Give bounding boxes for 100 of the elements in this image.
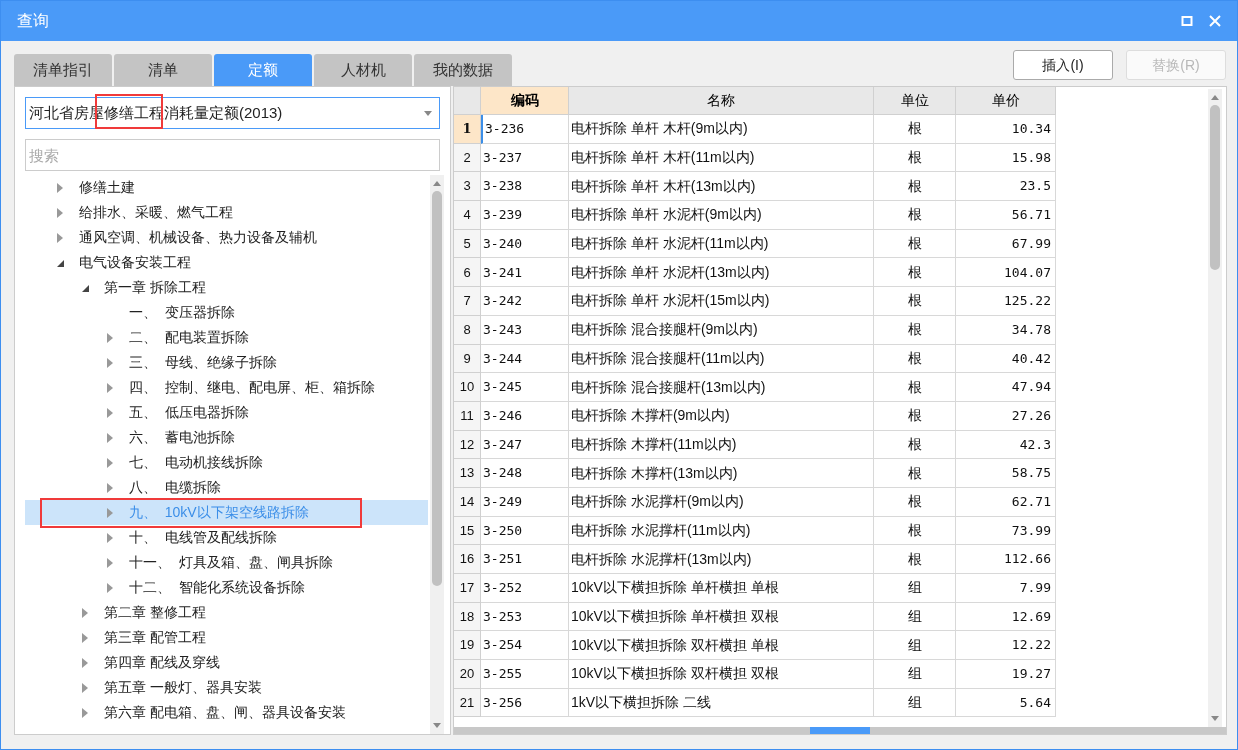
table-cell: 根 [874,287,956,316]
horizontal-scrollbar[interactable] [454,727,1226,734]
row-number[interactable]: 2 [454,143,481,173]
row-number[interactable]: 12 [454,430,481,460]
tab[interactable]: 清单 [114,54,212,86]
tree-item[interactable]: 三、 母线、绝缘子拆除 [25,350,428,375]
table-cell: 40.42 [956,344,1056,374]
table-cell: 根 [874,545,956,574]
tree-item[interactable]: 十、 电线管及配线拆除 [25,525,428,550]
table-cell: 125.22 [956,287,1056,316]
row-number[interactable]: 1 [454,115,481,144]
tab[interactable]: 人材机 [314,54,412,86]
tab[interactable]: 清单指引 [14,54,112,86]
collapsed-arrow-icon[interactable] [105,431,115,444]
collapsed-arrow-icon[interactable] [105,581,115,594]
row-number[interactable]: 16 [454,545,481,574]
row-number[interactable]: 9 [454,344,481,374]
tab[interactable]: 我的数据 [414,54,512,86]
row-number[interactable]: 3 [454,172,481,202]
collapsed-arrow-icon[interactable] [55,181,65,194]
search-field[interactable]: 搜索 [25,139,440,171]
row-number[interactable]: 17 [454,574,481,603]
collapsed-arrow-icon[interactable] [55,231,65,244]
row-number[interactable]: 15 [454,516,481,546]
row-number[interactable]: 14 [454,487,481,517]
tree-item[interactable]: 第二章 整修工程 [25,600,428,625]
tree-item[interactable]: 十二、 智能化系统设备拆除 [25,575,428,600]
row-number[interactable]: 18 [454,602,481,632]
table-cell: 3-241 [481,258,569,288]
scrollbar-thumb[interactable] [1210,105,1220,270]
scroll-up-icon[interactable] [432,179,442,187]
collapsed-arrow-icon[interactable] [55,206,65,219]
scroll-down-icon[interactable] [432,722,442,730]
dropdown-caret-icon[interactable] [424,110,432,116]
column-header[interactable]: 单价 [956,87,1056,115]
tree-item[interactable]: 通风空调、机械设备、热力设备及辅机 [25,225,428,250]
collapsed-arrow-icon[interactable] [105,531,115,544]
tree-item[interactable]: 七、 电动机接线拆除 [25,450,428,475]
column-header[interactable]: 名称 [569,87,874,115]
tree-item[interactable]: 五、 低压电器拆除 [25,400,428,425]
tree-item[interactable]: 十一、 灯具及箱、盘、闸具拆除 [25,550,428,575]
tree-item[interactable]: 第三章 配管工程 [25,625,428,650]
collapsed-arrow-icon[interactable] [80,631,90,644]
row-number[interactable]: 20 [454,660,481,689]
row-number[interactable]: 5 [454,229,481,259]
row-number[interactable]: 13 [454,459,481,488]
scrollbar[interactable] [430,175,444,734]
tree-item[interactable]: 修缮土建 [25,175,428,200]
table-cell: 3-237 [481,143,569,173]
scroll-down-icon[interactable] [1210,715,1220,723]
table-cell: 根 [874,459,956,488]
table-cell: 10kV以下横担拆除 单杆横担 双根 [569,602,874,632]
collapsed-arrow-icon[interactable] [105,456,115,469]
scrollbar-thumb[interactable] [432,191,442,586]
table-cell: 电杆拆除 水泥撑杆(13m以内) [569,545,874,574]
collapsed-arrow-icon[interactable] [105,506,115,519]
row-number[interactable]: 4 [454,201,481,230]
tree-item[interactable]: 电气设备安装工程 [25,250,428,275]
collapsed-arrow-icon[interactable] [105,381,115,394]
scroll-up-icon[interactable] [1210,93,1220,101]
table-cell: 组 [874,688,956,718]
window-title: 查询 [17,11,49,31]
tree-item[interactable]: 第四章 配线及穿线 [25,650,428,675]
column-header[interactable]: 单位 [874,87,956,115]
scrollbar-thumb[interactable] [810,727,870,734]
row-number[interactable]: 19 [454,631,481,661]
row-number[interactable]: 11 [454,401,481,431]
tree-item[interactable]: 二、 配电装置拆除 [25,325,428,350]
maximize-icon[interactable] [1181,15,1193,27]
collapsed-arrow-icon[interactable] [80,706,90,719]
table-cell: 电杆拆除 单杆 水泥杆(13m以内) [569,258,874,288]
tree-item[interactable]: 第一章 拆除工程 [25,275,428,300]
tree-item[interactable]: 第五章 一般灯、器具安装 [25,675,428,700]
table-cell: 根 [874,229,956,259]
close-icon[interactable] [1209,15,1221,27]
row-number[interactable]: 10 [454,373,481,402]
column-header[interactable]: 编码 [481,87,569,115]
table-cell: 根 [874,143,956,173]
collapsed-arrow-icon[interactable] [80,681,90,694]
collapsed-arrow-icon[interactable] [105,331,115,344]
table-cell: 电杆拆除 单杆 水泥杆(11m以内) [569,229,874,259]
collapsed-arrow-icon[interactable] [105,556,115,569]
action-button[interactable]: 插入(I) [1013,50,1113,80]
row-number[interactable]: 8 [454,315,481,345]
tree-item[interactable]: 四、 控制、继电、配电屏、柜、箱拆除 [25,375,428,400]
table-cell: 根 [874,516,956,546]
collapsed-arrow-icon[interactable] [80,656,90,669]
scrollbar[interactable] [1208,89,1222,727]
tree-item[interactable]: 八、 电缆拆除 [25,475,428,500]
collapsed-arrow-icon[interactable] [105,406,115,419]
row-number[interactable]: 6 [454,258,481,288]
tree-item[interactable]: 六、 蓄电池拆除 [25,425,428,450]
tree-item[interactable]: 给排水、采暖、燃气工程 [25,200,428,225]
tree-item[interactable]: 第六章 配电箱、盘、闸、器具设备安装 [25,700,428,725]
row-number[interactable]: 21 [454,688,481,718]
collapsed-arrow-icon[interactable] [80,606,90,619]
collapsed-arrow-icon[interactable] [105,481,115,494]
row-number[interactable]: 7 [454,287,481,316]
collapsed-arrow-icon[interactable] [105,356,115,369]
tree-item[interactable]: 一、 变压器拆除 [25,300,428,325]
